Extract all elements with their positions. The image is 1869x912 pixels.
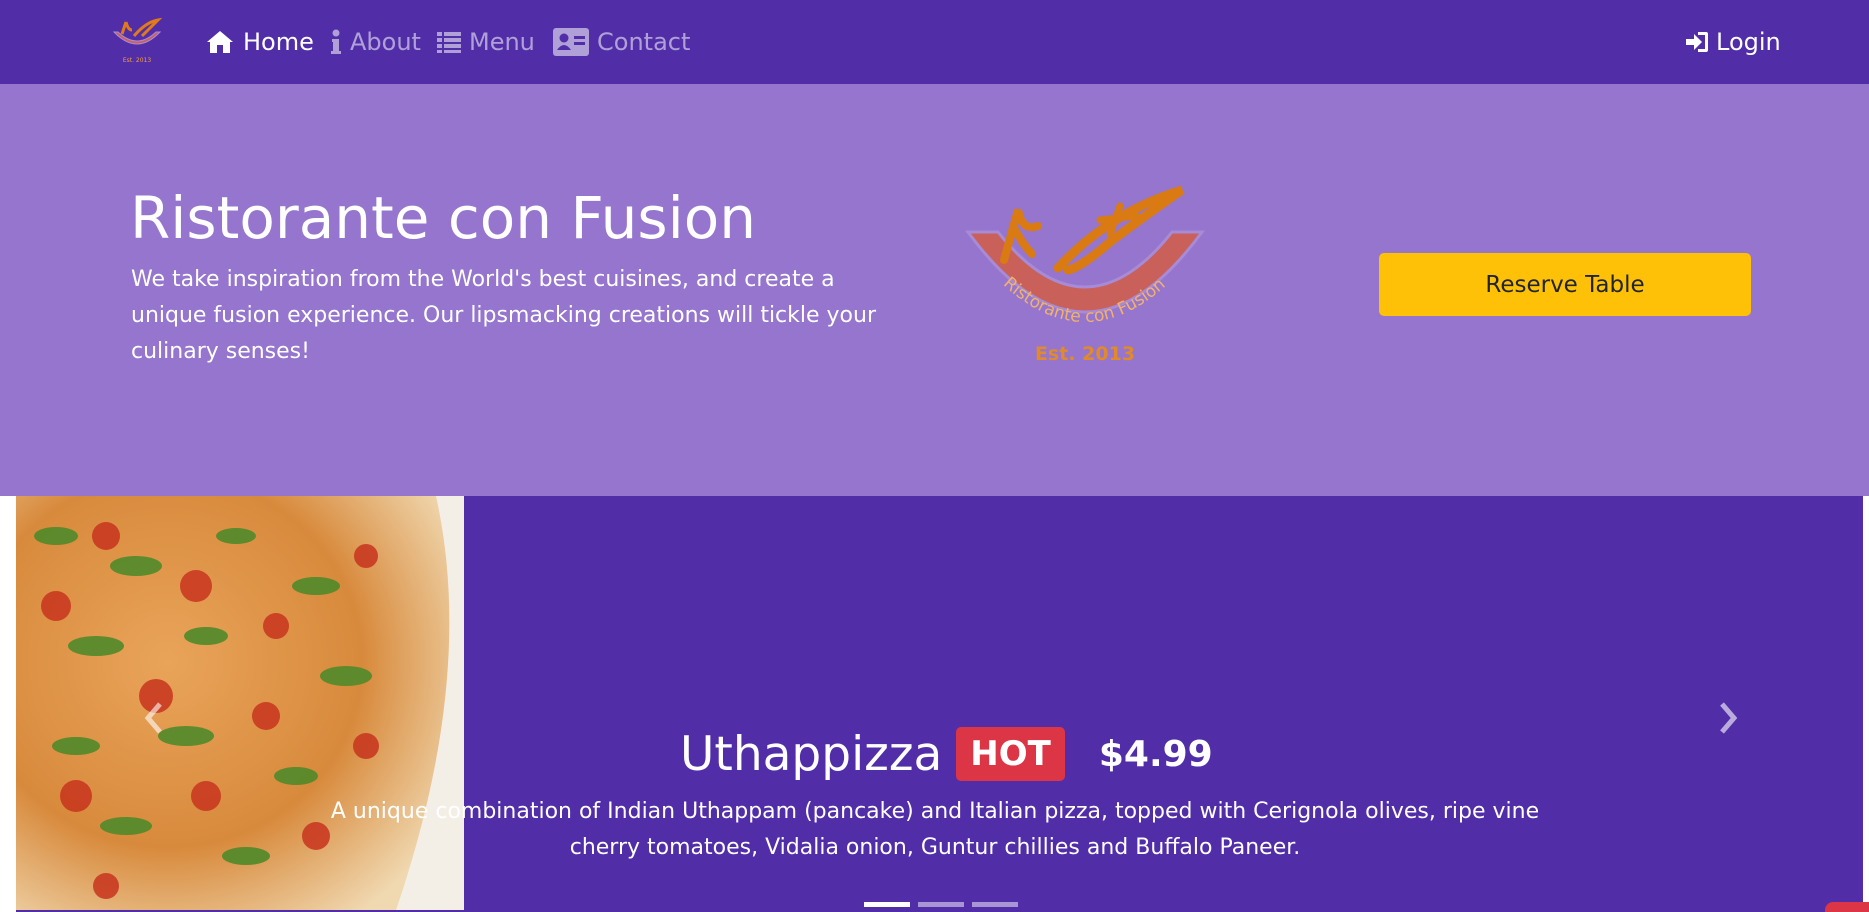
info-icon <box>331 29 341 54</box>
nav-contact[interactable]: Contact <box>553 26 690 58</box>
restaurant-logo: Ristorante con Fusion Est. 2013 <box>965 185 1205 365</box>
caption-heading: Uthappizza HOT $4.99 <box>680 724 1213 784</box>
page-title: Ristorante con Fusion <box>130 184 756 252</box>
corner-badge <box>1825 902 1869 912</box>
dish-description: A unique combination of Indian Uthappam … <box>330 799 1540 860</box>
nav-home[interactable]: Home <box>205 26 314 58</box>
sign-in-icon <box>1686 32 1708 52</box>
svg-text:Est. 2013: Est. 2013 <box>123 57 152 64</box>
address-card-icon <box>553 28 589 56</box>
carousel-edge-left <box>0 496 16 912</box>
nav-contact-label: Contact <box>597 28 691 56</box>
nav-home-label: Home <box>243 28 314 56</box>
reserve-table-button[interactable]: Reserve Table <box>1379 253 1751 316</box>
logo-est-text: Est. 2013 <box>1035 343 1135 365</box>
list-icon <box>437 32 461 53</box>
nav-menu-label: Menu <box>469 28 535 56</box>
carousel-prev-control[interactable] <box>134 694 174 742</box>
carousel-edge-right <box>1863 496 1869 912</box>
login-label: Login <box>1716 28 1781 56</box>
dish-price: $4.99 <box>1098 733 1213 775</box>
carousel-next-control[interactable] <box>1708 694 1748 742</box>
nav-about-label: About <box>350 28 421 56</box>
jumbotron: Ristorante con Fusion We take inspiratio… <box>0 84 1869 496</box>
brand-logo-icon: Est. 2013 <box>112 17 163 64</box>
brand-logo[interactable]: Est. 2013 <box>106 16 168 66</box>
hot-badge: HOT <box>956 727 1065 781</box>
login-link[interactable]: Login <box>1686 26 1781 58</box>
intro-text: We take inspiration from the World's bes… <box>131 267 877 364</box>
carousel-indicator-3[interactable] <box>972 902 1018 907</box>
home-icon <box>207 31 233 53</box>
dish-name: Uthappizza <box>680 726 943 782</box>
carousel-indicators <box>864 902 1018 907</box>
navbar: Est. 2013 Home About Menu Contact Login <box>0 0 1869 84</box>
carousel: Uthappizza HOT $4.99 A unique combinatio… <box>0 496 1869 912</box>
nav-menu[interactable]: Menu <box>437 26 535 58</box>
nav-about[interactable]: About <box>330 26 421 58</box>
carousel-indicator-2[interactable] <box>918 902 964 907</box>
carousel-indicator-1[interactable] <box>864 902 910 907</box>
